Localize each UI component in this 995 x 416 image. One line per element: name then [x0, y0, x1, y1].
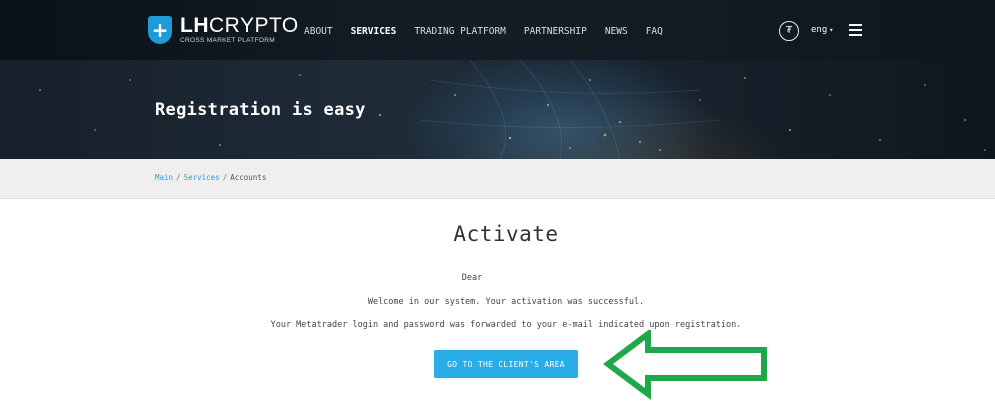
page-title: Activate [453, 222, 559, 246]
breadcrumb: Main / Services / Accounts [0, 159, 995, 199]
hero-banner: Registration is easy [0, 60, 995, 159]
logo-wordmark: LHCRYPTO [180, 14, 299, 38]
nav-trading-platform[interactable]: TRADING PLATFORM [414, 26, 506, 37]
logo[interactable]: + LHCRYPTO CROSS MARKET PLATFORM [148, 10, 299, 50]
breadcrumb-separator: / [222, 173, 228, 182]
shield-plus-icon: + [148, 16, 172, 44]
breadcrumb-services[interactable]: Services [184, 173, 220, 182]
credentials-message: Your Metatrader login and password was f… [270, 320, 742, 330]
left-arrow-icon [603, 330, 767, 400]
page: + LHCRYPTO CROSS MARKET PLATFORM ABOUT S… [0, 0, 995, 416]
welcome-message: Welcome in our system. Your activation w… [367, 297, 645, 307]
breadcrumb-current: Accounts [230, 173, 267, 182]
logo-text: LHCRYPTO CROSS MARKET PLATFORM [180, 15, 299, 45]
nav-news[interactable]: NEWS [605, 26, 628, 37]
nav-about[interactable]: ABOUT [304, 26, 333, 37]
go-to-client-area-button[interactable]: GO TO THE CLIENT'S AREA [434, 350, 578, 378]
nav-partnership[interactable]: PARTNERSHIP [524, 26, 587, 37]
hamburger-menu-icon[interactable] [849, 24, 862, 36]
starfield-background [39, 60, 986, 159]
tether-coin-icon[interactable]: ₮ [779, 21, 799, 41]
hero-title: Registration is easy [155, 100, 366, 120]
greeting-text: Dear [461, 273, 483, 283]
top-navigation-bar: + LHCRYPTO CROSS MARKET PLATFORM ABOUT S… [0, 0, 995, 60]
caret-down-icon: ▾ [829, 26, 834, 34]
main-nav: ABOUT SERVICES TRADING PLATFORM PARTNERS… [304, 26, 681, 37]
nav-services[interactable]: SERVICES [351, 26, 397, 37]
breadcrumb-main[interactable]: Main [155, 173, 173, 182]
logo-tagline: CROSS MARKET PLATFORM [180, 37, 275, 45]
language-label: eng [811, 25, 828, 35]
language-selector[interactable]: eng ▾ [811, 25, 833, 35]
breadcrumb-separator: / [176, 173, 181, 182]
nav-faq[interactable]: FAQ [646, 26, 663, 37]
